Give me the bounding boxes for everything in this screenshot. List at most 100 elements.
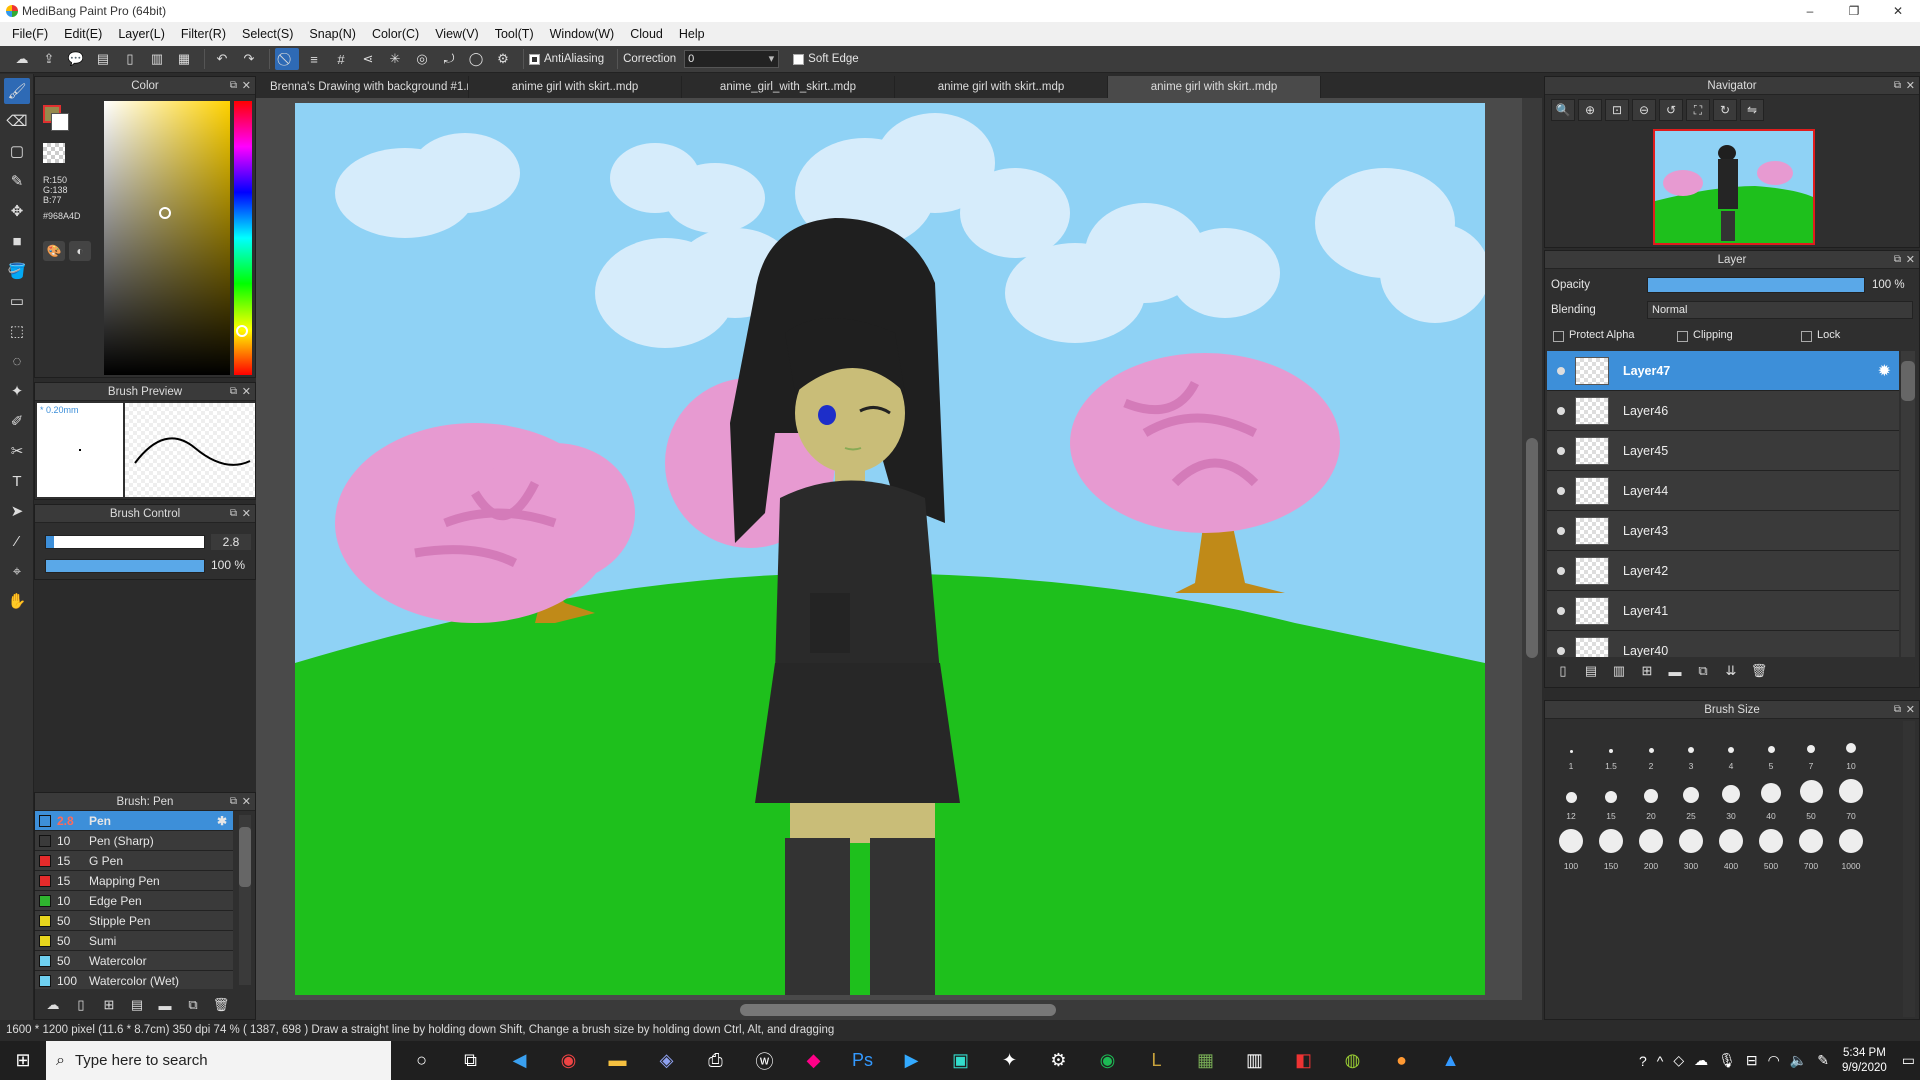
menu-cloud[interactable]: Cloud [622, 27, 671, 41]
shape-fill-tool-icon[interactable]: ■ [4, 228, 30, 254]
undo-icon[interactable]: ↶ [210, 48, 234, 70]
network-icon[interactable]: ⊟ [1746, 1052, 1758, 1069]
snap-radial-icon[interactable]: ✳ [383, 48, 407, 70]
visibility-icon[interactable] [1557, 406, 1565, 415]
brush-size-option[interactable]: 3 [1671, 725, 1711, 775]
brush-opacity-slider[interactable] [45, 559, 205, 573]
brush-item[interactable]: 15 G Pen [35, 851, 233, 871]
brush-settings-icon[interactable]: ▤ [125, 994, 149, 1016]
bucket-tool-icon[interactable]: 🪣 [4, 258, 30, 284]
steam-icon[interactable]: ⚙ [1034, 1041, 1083, 1080]
brush-item[interactable]: 15 Mapping Pen [35, 871, 233, 891]
layer-opacity-slider[interactable] [1647, 277, 1865, 293]
app-icon[interactable]: ▣ [936, 1041, 985, 1080]
vscode-icon[interactable]: ◀ [495, 1041, 544, 1080]
tab-document-1[interactable]: Brenna's Drawing with background #1.mdp [256, 76, 469, 98]
antialiasing-checkbox[interactable] [529, 53, 540, 65]
menu-filter[interactable]: Filter(R) [173, 27, 234, 41]
close-icon[interactable]: ✕ [242, 505, 251, 523]
select-tool-icon[interactable]: ⬚ [4, 318, 30, 344]
brush-size-option[interactable]: 4 [1711, 725, 1751, 775]
layer-row[interactable]: Layer44 [1547, 471, 1899, 511]
pen-icon[interactable]: ✎ [1817, 1052, 1829, 1069]
visibility-icon[interactable] [1557, 646, 1565, 655]
palette2-icon[interactable]: ◐ [69, 241, 91, 261]
brush-size-option[interactable]: 700 [1791, 825, 1831, 875]
merge-layer-icon[interactable]: ⇊ [1719, 660, 1743, 682]
layer-row[interactable]: Layer43 [1547, 511, 1899, 551]
brush-size-option[interactable]: 20 [1631, 775, 1671, 825]
menu-color[interactable]: Color(C) [364, 27, 427, 41]
float-icon[interactable]: ⧉ [230, 793, 237, 811]
canvas-horizontal-scrollbar[interactable] [256, 1000, 1542, 1020]
layer-row[interactable]: Layer41 [1547, 591, 1899, 631]
brush-size-value[interactable]: 2.8 [211, 534, 251, 550]
clock[interactable]: 5:34 PM 9/9/2020 [1842, 1046, 1887, 1076]
layer-folder-icon[interactable]: ▬ [1663, 660, 1687, 682]
brush-size-scrollbar[interactable] [1903, 721, 1915, 1017]
snap-off-icon[interactable]: ⃠ [275, 48, 299, 70]
snap-parallel-icon[interactable]: ≡ [302, 48, 326, 70]
media-icon[interactable]: ▶ [887, 1041, 936, 1080]
photoshop-icon[interactable]: Ps [838, 1041, 887, 1080]
snap-vanish-icon[interactable]: ⋖ [356, 48, 380, 70]
operation-tool-icon[interactable]: ➤ [4, 498, 30, 524]
gradation-tool-icon[interactable]: ▭ [4, 288, 30, 314]
palette-icon[interactable]: 🎨 [43, 241, 65, 261]
tab-document-3[interactable]: anime_girl_with_skirt..mdp [682, 76, 895, 98]
visibility-icon[interactable] [1557, 606, 1565, 615]
close-icon[interactable]: ✕ [1906, 701, 1915, 719]
brush-size-option[interactable]: 30 [1711, 775, 1751, 825]
float-icon[interactable]: ⧉ [1894, 77, 1901, 95]
minecraft-icon[interactable]: ▦ [1181, 1041, 1230, 1080]
menu-tool[interactable]: Tool(T) [487, 27, 542, 41]
navigator-thumbnail[interactable] [1653, 129, 1815, 245]
duplicate-brush-icon[interactable]: ⧉ [181, 994, 205, 1016]
brush-size-option[interactable]: 50 [1791, 775, 1831, 825]
magic-wand-tool-icon[interactable]: ✦ [4, 378, 30, 404]
rotate-right-icon[interactable]: ↻ [1713, 99, 1737, 121]
brush-size-option[interactable]: 400 [1711, 825, 1751, 875]
snap-cross-icon[interactable]: # [329, 48, 353, 70]
divide-tool-icon[interactable]: ⁄ [4, 528, 30, 554]
new-halftone-layer-icon[interactable]: ▤ [1579, 660, 1603, 682]
brush-size-option[interactable]: 1.5 [1591, 725, 1631, 775]
select-eraser-tool-icon[interactable]: ✂ [4, 438, 30, 464]
krita-icon[interactable]: ◆ [789, 1041, 838, 1080]
close-icon[interactable]: ✕ [242, 793, 251, 811]
layer-row[interactable]: Layer46 [1547, 391, 1899, 431]
discord-icon[interactable]: ◈ [642, 1041, 691, 1080]
background-swatch[interactable] [51, 113, 69, 131]
visibility-icon[interactable] [1557, 486, 1565, 495]
close-icon[interactable]: ✕ [1906, 77, 1915, 95]
float-icon[interactable]: ⧉ [230, 77, 237, 95]
notification-icon[interactable]: ▭ [1902, 1052, 1915, 1069]
layer-row[interactable]: Layer47 ✹ [1547, 351, 1899, 391]
brush-size-option[interactable]: 70 [1831, 775, 1871, 825]
cortana-icon[interactable]: ○ [397, 1041, 446, 1080]
new-8bit-layer-icon[interactable]: ▥ [1607, 660, 1631, 682]
brush-size-option[interactable]: 10 [1831, 725, 1871, 775]
visibility-icon[interactable] [1557, 526, 1565, 535]
artwork-canvas[interactable] [295, 103, 1485, 995]
pages-icon[interactable]: ▥ [145, 48, 169, 70]
pen-line-tool-icon[interactable]: ✎ [4, 168, 30, 194]
microphone-icon[interactable]: 🎙 [1718, 1052, 1736, 1069]
menu-select[interactable]: Select(S) [234, 27, 301, 41]
dropbox-icon[interactable]: ◇ [1673, 1052, 1684, 1069]
flip-icon[interactable]: ⇋ [1740, 99, 1764, 121]
brush-size-option[interactable]: 200 [1631, 825, 1671, 875]
lock-checkbox[interactable] [1801, 331, 1812, 342]
audio-icon[interactable]: ▥ [1230, 1041, 1279, 1080]
layer-row[interactable]: Layer40 [1547, 631, 1899, 657]
eyedropper-tool-icon[interactable]: ⌖ [4, 558, 30, 584]
brush-item[interactable]: 10 Pen (Sharp) [35, 831, 233, 851]
page-icon[interactable]: ▯ [118, 48, 142, 70]
visibility-icon[interactable] [1557, 566, 1565, 575]
brush-item[interactable]: 2.8 Pen ✱ [35, 811, 233, 831]
new-layer-icon[interactable]: ▯ [1551, 660, 1575, 682]
delete-layer-icon[interactable]: 🗑 [1747, 660, 1771, 682]
brush-size-option[interactable]: 100 [1551, 825, 1591, 875]
tab-document-2[interactable]: anime girl with skirt..mdp [469, 76, 682, 98]
float-icon[interactable]: ⧉ [230, 383, 237, 401]
